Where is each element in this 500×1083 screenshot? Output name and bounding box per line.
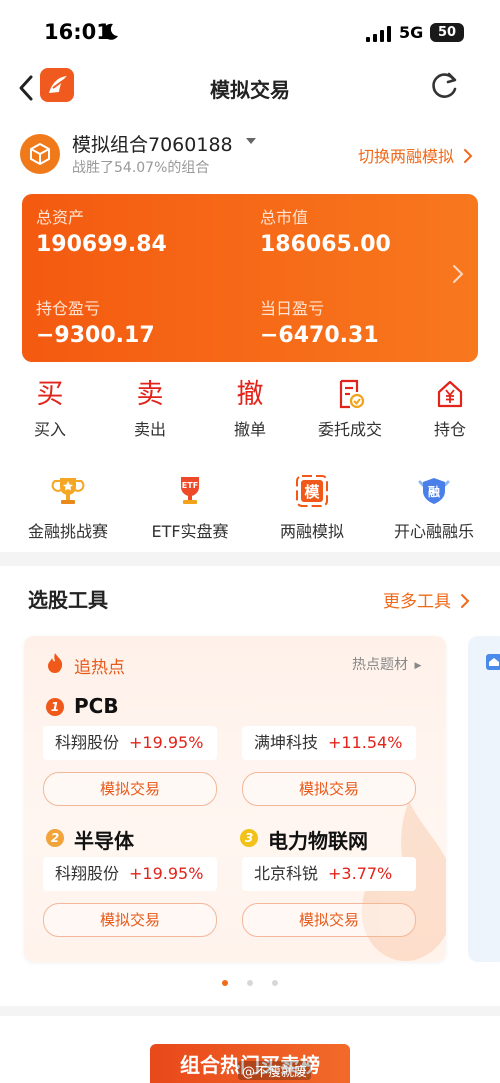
stock-name: 满坤科技: [254, 733, 319, 752]
pager-dot[interactable]: [272, 980, 278, 986]
finance-challenge-label: 金融挑战赛: [27, 522, 108, 541]
cancel-order-button[interactable]: 撤 撤单: [210, 378, 290, 440]
shield-badge-icon: 融: [418, 478, 450, 504]
margin-sim-label: 两融模拟: [279, 522, 344, 541]
hot-topics-more[interactable]: 热点题材 ▶: [352, 654, 421, 674]
signal-icon: [366, 26, 391, 42]
rank-badge-2: 2: [46, 829, 64, 847]
stock-item[interactable]: 满坤科技 +11.54%: [242, 726, 416, 760]
cancel-order-label: 撤单: [233, 420, 266, 439]
switch-margin-link[interactable]: 切换两融模拟: [358, 143, 473, 167]
daily-pl-value: −6470.31: [260, 323, 379, 348]
orders-trades-button[interactable]: 委托成交: [310, 378, 390, 440]
margin-sim-badge-text: 模: [304, 483, 320, 501]
positions-button[interactable]: 持仓: [410, 378, 490, 440]
chevron-right-icon: [461, 594, 470, 608]
portfolio-avatar: [20, 134, 60, 174]
sector-name-2[interactable]: 半导体: [74, 825, 134, 854]
stock-change: +19.95%: [129, 733, 204, 752]
daily-pl-label: 当日盈亏: [260, 299, 325, 318]
more-tools-label: 更多工具: [383, 592, 451, 612]
more-tools-link[interactable]: 更多工具: [383, 587, 470, 612]
sell-label: 卖出: [133, 420, 166, 439]
house-icon: [486, 654, 500, 670]
buy-button[interactable]: 买 买入: [10, 378, 90, 440]
refresh-icon[interactable]: [430, 70, 460, 100]
finance-challenge-button[interactable]: 金融挑战赛: [3, 474, 133, 542]
chevron-right-icon: [453, 265, 464, 283]
buy-label: 买入: [33, 420, 66, 439]
etf-contest-label: ETF实盘赛: [151, 522, 229, 541]
sector-name-1[interactable]: PCB: [74, 694, 119, 718]
rank-badge-3: 3: [240, 829, 258, 847]
total-assets-label: 总资产: [36, 208, 85, 227]
sim-trade-button[interactable]: 模拟交易: [242, 903, 416, 937]
box-icon: [30, 143, 50, 165]
order-doc-icon: [310, 378, 390, 412]
portfolio-name[interactable]: 模拟组合7060188: [72, 130, 233, 157]
etf-badge-text: ETF: [182, 481, 198, 490]
happy-margin-label: 开心融融乐: [393, 522, 474, 541]
market-value-label: 总市值: [260, 208, 309, 227]
stock-name: 科翔股份: [55, 733, 120, 752]
rank-badge-1: 1: [46, 698, 64, 716]
sim-trade-button[interactable]: 模拟交易: [242, 772, 416, 806]
stock-item[interactable]: 科翔股份 +19.95%: [43, 857, 217, 891]
pager-dot-active[interactable]: [222, 980, 228, 986]
sell-icon: 卖: [136, 379, 164, 410]
etf-trophy-icon: ETF: [181, 477, 199, 504]
positions-label: 持仓: [433, 420, 466, 439]
stock-item[interactable]: 北京科锐 +3.77%: [242, 857, 416, 891]
stock-name: 科翔股份: [55, 864, 120, 883]
moon-icon: [103, 23, 118, 40]
triangle-right-icon: ▶: [414, 661, 422, 671]
market-value-value: 186065.00: [260, 232, 391, 257]
battery-icon: 50: [430, 23, 464, 42]
nav-bar: 模拟交易: [0, 64, 500, 112]
pager-dot[interactable]: [247, 980, 253, 986]
chevron-down-icon[interactable]: [246, 138, 256, 144]
sector-name-3[interactable]: 电力物联网: [268, 825, 368, 854]
margin-sim-icon: 模: [296, 475, 328, 507]
cancel-order-icon: 撤: [236, 379, 264, 410]
stock-name: 北京科锐: [254, 864, 319, 883]
hot-topics-more-label: 热点题材: [352, 657, 408, 673]
stock-item[interactable]: 科翔股份 +19.95%: [43, 726, 217, 760]
house-yen-icon: [410, 378, 490, 412]
watermark: @不瘦就废: [238, 1061, 312, 1080]
trophy-icon: [51, 478, 85, 504]
stock-change: +3.77%: [328, 864, 393, 883]
asset-card[interactable]: 总资产 190699.84 总市值 186065.00 持仓盈亏 −9300.1…: [22, 194, 478, 362]
holding-pl-value: −9300.17: [36, 323, 155, 348]
buy-icon: 买: [36, 379, 64, 410]
orders-trades-label: 委托成交: [317, 420, 382, 439]
status-bar: 16:01 5G 50: [0, 0, 500, 64]
portfolio-rank: 战胜了54.07%的组合: [72, 160, 210, 176]
switch-margin-label: 切换两融模拟: [358, 147, 455, 166]
hot-topics-title: 追热点: [74, 658, 125, 678]
flame-icon: [48, 653, 63, 673]
section-title: 选股工具: [28, 588, 108, 612]
sim-trade-button[interactable]: 模拟交易: [43, 903, 217, 937]
page-title: 模拟交易: [210, 78, 290, 102]
chevron-right-icon: [464, 149, 473, 163]
happy-margin-button[interactable]: 融 开心融融乐: [369, 474, 499, 542]
sim-trade-button[interactable]: 模拟交易: [43, 772, 217, 806]
sell-button[interactable]: 卖 卖出: [110, 378, 190, 440]
happy-margin-badge-text: 融: [428, 484, 440, 499]
holding-pl-label: 持仓盈亏: [36, 299, 101, 318]
stock-change: +19.95%: [129, 864, 204, 883]
next-tool-card[interactable]: [468, 636, 500, 962]
etf-contest-button[interactable]: ETF ETF实盘赛: [125, 474, 255, 542]
stock-change: +11.54%: [328, 733, 403, 752]
network-type: 5G: [399, 23, 424, 42]
margin-sim-button[interactable]: 模 两融模拟: [247, 474, 377, 542]
total-assets-value: 190699.84: [36, 232, 167, 257]
